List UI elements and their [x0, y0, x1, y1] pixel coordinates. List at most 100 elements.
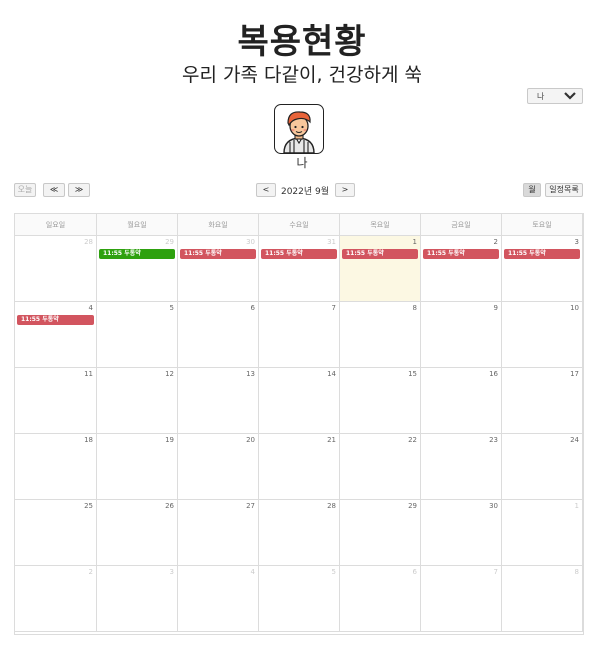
- day-number: 11: [84, 370, 93, 378]
- day-number: 4: [250, 568, 255, 576]
- day-cell[interactable]: 4: [178, 566, 259, 632]
- day-number: 1: [412, 238, 417, 246]
- day-number: 29: [165, 238, 174, 246]
- day-cell[interactable]: 5: [259, 566, 340, 632]
- day-cell[interactable]: 10: [502, 302, 583, 368]
- day-number: 14: [327, 370, 336, 378]
- day-number: 26: [165, 502, 174, 510]
- day-number: 18: [84, 436, 93, 444]
- day-number: 5: [169, 304, 174, 312]
- weekday-label: 일요일: [15, 214, 97, 236]
- calendar-event[interactable]: 11:55 두통약: [180, 249, 256, 259]
- day-number: 23: [489, 436, 498, 444]
- day-number: 3: [574, 238, 579, 246]
- calendar-event[interactable]: 11:55 두통약: [17, 315, 94, 325]
- day-cell[interactable]: 3: [97, 566, 178, 632]
- day-cell[interactable]: 30 11:55 두통약: [178, 236, 259, 302]
- day-number: 28: [327, 502, 336, 510]
- day-cell[interactable]: 11: [15, 368, 97, 434]
- day-cell[interactable]: 26: [97, 500, 178, 566]
- current-month: 2022년 9월: [280, 187, 330, 197]
- day-number: 8: [574, 568, 579, 576]
- day-cell[interactable]: 4 11:55 두통약: [15, 302, 97, 368]
- day-cell[interactable]: 19: [97, 434, 178, 500]
- day-cell[interactable]: 28: [15, 236, 97, 302]
- day-cell[interactable]: 25: [15, 500, 97, 566]
- day-number: 27: [246, 502, 255, 510]
- day-cell[interactable]: 29: [340, 500, 421, 566]
- day-cell[interactable]: 8: [502, 566, 583, 632]
- member-select[interactable]: 나: [527, 88, 583, 104]
- day-number: 5: [331, 568, 336, 576]
- next-year-button[interactable]: ≫: [68, 183, 90, 197]
- prev-year-button[interactable]: ≪: [43, 183, 65, 197]
- day-cell[interactable]: 5: [97, 302, 178, 368]
- day-number: 9: [493, 304, 498, 312]
- page-subtitle: 우리 가족 다같이, 건강하게 쑥: [182, 64, 422, 86]
- weekday-label: 월요일: [97, 214, 178, 236]
- day-number: 24: [570, 436, 579, 444]
- calendar-event[interactable]: 11:55 두통약: [99, 249, 175, 259]
- day-number: 15: [408, 370, 417, 378]
- weekday-header: 일요일 월요일 화요일 수요일 목요일 금요일 토요일: [15, 214, 583, 236]
- day-cell[interactable]: 24: [502, 434, 583, 500]
- day-cell[interactable]: 6: [340, 566, 421, 632]
- day-cell[interactable]: 1 11:55 두통약: [340, 236, 421, 302]
- day-cell[interactable]: 30: [421, 500, 502, 566]
- day-number: 10: [570, 304, 579, 312]
- day-cell[interactable]: 31 11:55 두통약: [259, 236, 340, 302]
- avatar[interactable]: [274, 104, 324, 154]
- day-number: 28: [84, 238, 93, 246]
- day-cell[interactable]: 6: [178, 302, 259, 368]
- today-button[interactable]: 오늘: [14, 183, 36, 197]
- month-view-button[interactable]: 월: [523, 183, 541, 197]
- day-cell[interactable]: 23: [421, 434, 502, 500]
- day-cell[interactable]: 27: [178, 500, 259, 566]
- calendar-event[interactable]: 11:55 두통약: [423, 249, 499, 259]
- day-cell[interactable]: 8: [340, 302, 421, 368]
- page-title: 복용현황: [237, 22, 367, 62]
- day-cell[interactable]: 13: [178, 368, 259, 434]
- day-number: 2: [88, 568, 93, 576]
- day-cell[interactable]: 22: [340, 434, 421, 500]
- day-cell[interactable]: 7: [259, 302, 340, 368]
- prev-month-button[interactable]: <: [256, 183, 276, 197]
- calendar-event[interactable]: 11:55 두통약: [342, 249, 418, 259]
- day-number: 30: [246, 238, 255, 246]
- day-cell[interactable]: 29 11:55 두통약: [97, 236, 178, 302]
- list-view-button[interactable]: 일정목록: [545, 183, 583, 197]
- day-number: 7: [331, 304, 336, 312]
- weekday-label: 토요일: [502, 214, 583, 236]
- day-number: 6: [250, 304, 255, 312]
- day-cell[interactable]: 3 11:55 두통약: [502, 236, 583, 302]
- day-number: 13: [246, 370, 255, 378]
- day-number: 21: [327, 436, 336, 444]
- day-cell[interactable]: 14: [259, 368, 340, 434]
- day-cell[interactable]: 28: [259, 500, 340, 566]
- day-cell[interactable]: 9: [421, 302, 502, 368]
- day-cell[interactable]: 2 11:55 두통약: [421, 236, 502, 302]
- day-cell[interactable]: 17: [502, 368, 583, 434]
- day-number: 6: [412, 568, 417, 576]
- day-number: 16: [489, 370, 498, 378]
- day-number: 17: [570, 370, 579, 378]
- day-number: 29: [408, 502, 417, 510]
- day-number: 7: [493, 568, 498, 576]
- day-number: 31: [327, 238, 336, 246]
- next-month-button[interactable]: >: [335, 183, 355, 197]
- day-cell[interactable]: 7: [421, 566, 502, 632]
- day-number: 19: [165, 436, 174, 444]
- day-cell[interactable]: 21: [259, 434, 340, 500]
- day-number: 25: [84, 502, 93, 510]
- day-cell[interactable]: 1: [502, 500, 583, 566]
- user-avatar-icon: [283, 111, 315, 153]
- calendar-event[interactable]: 11:55 두통약: [261, 249, 337, 259]
- weekday-label: 수요일: [259, 214, 340, 236]
- day-cell[interactable]: 12: [97, 368, 178, 434]
- day-cell[interactable]: 18: [15, 434, 97, 500]
- day-cell[interactable]: 2: [15, 566, 97, 632]
- day-cell[interactable]: 20: [178, 434, 259, 500]
- day-cell[interactable]: 15: [340, 368, 421, 434]
- calendar-event[interactable]: 11:55 두통약: [504, 249, 580, 259]
- day-cell[interactable]: 16: [421, 368, 502, 434]
